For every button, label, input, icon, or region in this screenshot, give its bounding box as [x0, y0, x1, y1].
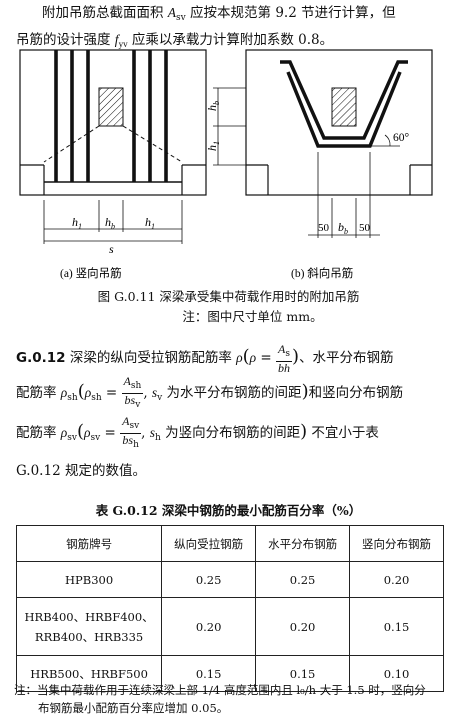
- symbol-sub: sv: [176, 13, 186, 23]
- table-row: HRB400、HRBF400、 RRB400、HRB335 0.20 0.20 …: [15, 597, 444, 656]
- vertical-hanger-drawing: h1 hb h1 s (a) 竖向吊筋: [19, 49, 207, 280]
- intro-text: 吊筋的设计强度: [16, 32, 115, 48]
- symbol-A: A: [167, 5, 177, 20]
- clause-text: 为竖向分布钢筋的间距: [160, 425, 301, 441]
- inclined-hanger-drawing: hb h1 60° 50 bb 50 (b) 斜向吊筋: [205, 49, 433, 280]
- figure-note: 注：图中尺寸单位 mm。: [182, 309, 323, 324]
- clause-text: 配筋率: [16, 425, 61, 441]
- clause-text: 不宜小于表: [307, 425, 379, 441]
- left-caption: (a) 竖向吊筋: [60, 266, 122, 280]
- dim-50-left: 50: [318, 222, 330, 234]
- clause-paragraph: G.0.12 深梁的纵向受拉钢筋配筋率 ρ(ρ = As bh)、水平分布钢筋 配…: [16, 340, 446, 488]
- dim-hb-vertical: hb: [205, 101, 221, 111]
- grade-cell: HPB300: [15, 561, 163, 598]
- note-line: 注：当集中荷载作用于连续深梁上部 1/4 高度范围内且 l₀/h 大于 1.5 …: [14, 683, 426, 697]
- dim-h1-vertical: h1: [205, 141, 221, 151]
- intro-text: 应乘以承载力计算附加系数 0.8。: [127, 32, 334, 48]
- angle-label: 60°: [393, 132, 410, 144]
- table-row: HPB300 0.25 0.25 0.20: [15, 561, 444, 598]
- figure-caption-block: 图 G.0.11 深梁承受集中荷载作用时的附加吊筋 注：图中尺寸单位 mm。: [0, 287, 457, 327]
- clause-text: 配筋率: [16, 385, 61, 401]
- intro-text: 应按本规范第 9.2 节进行计算，但: [185, 5, 396, 21]
- load-block: [331, 87, 357, 127]
- grade-line: RRB400、HRB335: [34, 629, 144, 644]
- equals: =: [256, 350, 277, 366]
- clause-text: 和竖向分布钢筋: [308, 385, 404, 401]
- paren: (: [242, 346, 250, 367]
- paren: ): [292, 346, 300, 367]
- symbol-sub: sh: [67, 393, 78, 403]
- symbol-sub: sv: [90, 433, 101, 443]
- header-vertical: 竖向分布钢筋: [349, 525, 444, 562]
- paren: (: [77, 381, 85, 402]
- clause-text: 深梁的纵向受拉钢筋配筋率: [65, 350, 237, 366]
- grade-line: HRB400、HRBF400、: [24, 609, 154, 624]
- note-line: 布钢筋最小配筋百分率应增加 0.05。: [38, 701, 229, 715]
- clause-text: G.0.12 规定的数值。: [16, 463, 146, 479]
- min-reinforcement-table: 钢筋牌号 纵向受拉钢筋 水平分布钢筋 竖向分布钢筋 HPB300 0.25 0.…: [15, 525, 444, 692]
- clause-line-2: 配筋率 ρsh(ρsh = Ash bsv, sv 为水平分布钢筋的间距)和竖向分…: [16, 374, 404, 411]
- load-block: [98, 87, 124, 127]
- paren: (: [76, 421, 85, 442]
- dim-h1-right: h1: [145, 215, 155, 231]
- table-note: 注：当集中荷载作用于连续深梁上部 1/4 高度范围内且 l₀/h 大于 1.5 …: [14, 681, 448, 717]
- value-cell: 0.20: [255, 597, 351, 656]
- figure-title: 图 G.0.11 深梁承受集中荷载作用时的附加吊筋: [97, 289, 360, 304]
- dim-hb: hb: [105, 215, 115, 231]
- dim-50-right: 50: [359, 222, 371, 234]
- fraction-rho: As bh: [276, 341, 293, 375]
- clause-line-1: G.0.12 深梁的纵向受拉钢筋配筋率 ρ(ρ = As bh)、水平分布钢筋: [16, 340, 446, 375]
- header-horizontal: 水平分布钢筋: [255, 525, 351, 562]
- value-cell: 0.15: [349, 597, 444, 656]
- fraction-rho-sh: Ash bsv: [121, 374, 144, 410]
- value-cell: 0.20: [161, 597, 257, 656]
- header-longitudinal: 纵向受拉钢筋: [161, 525, 257, 562]
- value-cell: 0.25: [161, 561, 257, 598]
- grade-cell: HRB400、HRBF400、 RRB400、HRB335: [15, 597, 163, 656]
- clause-text: 为水平分布钢筋的间距: [162, 385, 302, 401]
- equals: =: [101, 385, 122, 401]
- symbol-sub: sh: [91, 393, 102, 403]
- clause-number: G.0.12: [16, 350, 66, 366]
- clause-line-4: G.0.12 规定的数值。: [16, 455, 446, 488]
- fraction-rho-sv: Asv bsh: [120, 414, 142, 450]
- right-caption: (b) 斜向吊筋: [291, 266, 353, 280]
- hanger-bar-figure: h1 hb h1 s (a) 竖向吊筋 hb h1 60° 50 bb 50 (…: [19, 49, 433, 280]
- header-grade: 钢筋牌号: [15, 525, 163, 562]
- dim-h1-left: h1: [72, 215, 82, 231]
- dim-s: s: [109, 242, 114, 256]
- clause-text: 、水平分布钢筋: [299, 350, 394, 366]
- paren: ): [301, 381, 309, 402]
- intro-text: 附加吊筋总截面面积: [42, 5, 168, 21]
- dim-bb: bb: [338, 220, 348, 236]
- table-header-row: 钢筋牌号 纵向受拉钢筋 水平分布钢筋 竖向分布钢筋: [15, 525, 444, 562]
- value-cell: 0.20: [349, 561, 444, 598]
- symbol-sub: sv: [67, 433, 77, 443]
- equals: =: [100, 425, 121, 441]
- clause-line-3: 配筋率 ρsv(ρsv = Asv bsh, sh 为竖向分布钢筋的间距) 不宜小…: [16, 414, 379, 451]
- intro-line-1: 附加吊筋总截面面积 Asv 应按本规范第 9.2 节进行计算，但: [16, 2, 446, 29]
- table-title: 表 G.0.12 深梁中钢筋的最小配筋百分率（%）: [95, 503, 362, 518]
- value-cell: 0.25: [255, 561, 351, 598]
